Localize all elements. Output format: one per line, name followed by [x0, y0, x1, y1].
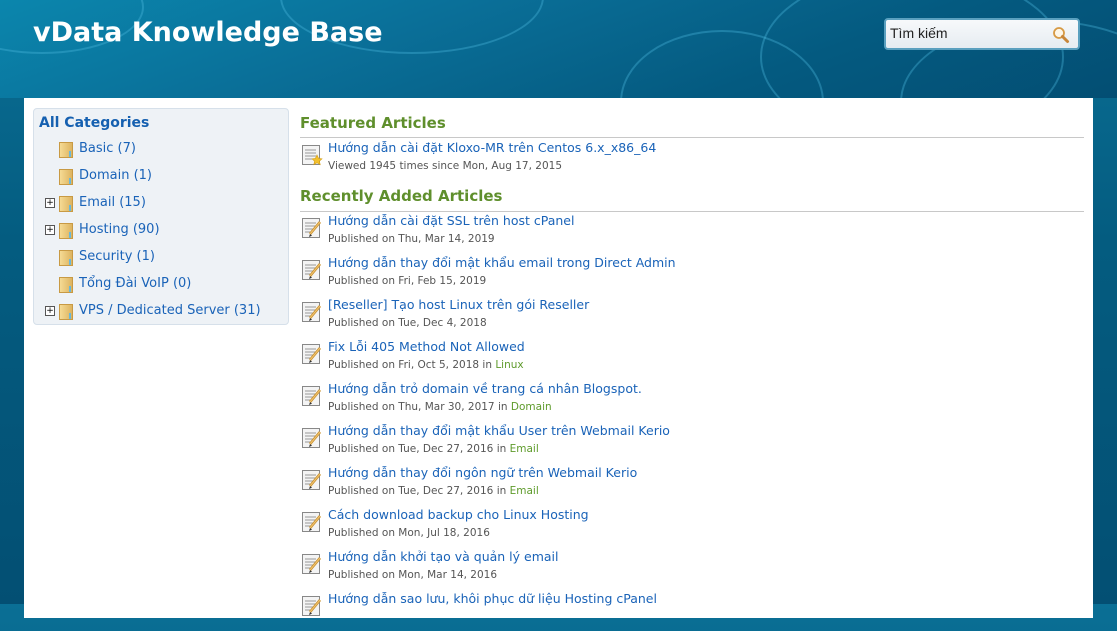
article-meta: Published on Thu, Mar 30, 2017 in Domain — [328, 401, 552, 413]
article-category-link[interactable]: Email — [510, 485, 539, 497]
featured-title: Featured Articles — [300, 114, 446, 132]
recent-title: Recently Added Articles — [300, 187, 503, 205]
article-link[interactable]: Hướng dẫn thay đổi ngôn ngữ trên Webmail… — [328, 465, 637, 480]
article-category-link[interactable]: Linux — [495, 359, 523, 371]
categories-sidebar: All Categories Basic (7) Domain (1) + Email… — [33, 108, 289, 325]
article-category-link[interactable]: Domain — [511, 401, 552, 413]
category-link[interactable]: Tổng Đài VoIP (0) — [79, 276, 191, 291]
in-label: in — [496, 443, 507, 455]
article-meta: Published on Fri, Oct 5, 2018 in Linux — [328, 359, 524, 371]
expand-icon[interactable]: + — [45, 225, 55, 235]
folder-icon — [59, 277, 73, 293]
category-link[interactable]: VPS / Dedicated Server (31) — [79, 303, 261, 318]
article-date: Published on Fri, Feb 15, 2019 — [328, 275, 487, 287]
article-icon — [301, 217, 323, 239]
article-meta: Published on Fri, Feb 15, 2019 — [328, 275, 486, 287]
category-link[interactable]: Hosting (90) — [79, 222, 160, 237]
folder-icon — [59, 142, 73, 158]
folder-icon — [59, 250, 73, 266]
article-item: Hướng dẫn sao lưu, khôi phục dữ liệu Hos… — [300, 591, 1084, 631]
in-label: in — [482, 359, 492, 371]
article-meta: Published on Tue, Dec 27, 2016 in Email — [328, 485, 539, 497]
article-link[interactable]: Hướng dẫn khởi tạo và quản lý email — [328, 549, 559, 564]
site-header: vData Knowledge Base — [0, 0, 1117, 98]
article-item: Cách download backup cho Linux Hosting Pu… — [300, 507, 1084, 547]
sidebar-title[interactable]: All Categories — [39, 115, 149, 131]
folder-icon — [59, 304, 73, 320]
article-item: Hướng dẫn khởi tạo và quản lý email Publi… — [300, 549, 1084, 589]
article-icon — [301, 385, 323, 407]
article-icon — [301, 301, 323, 323]
article-date: Published on Fri, Oct 5, 2018 — [328, 359, 480, 371]
article-link[interactable]: Hướng dẫn cài đặt SSL trên host cPanel — [328, 213, 574, 228]
article-date: Published on Thu, Mar 14, 2019 — [328, 233, 495, 245]
in-label: in — [497, 401, 508, 413]
sidebar-category-item[interactable]: Tổng Đài VoIP (0) — [34, 275, 284, 295]
featured-article-icon — [301, 144, 323, 166]
article-item: Hướng dẫn thay đổi mật khẩu User trên We… — [300, 423, 1084, 463]
category-link[interactable]: Basic (7) — [79, 141, 136, 156]
article-meta: Published on Mon, Jul 18, 2016 — [328, 527, 490, 539]
article-icon — [301, 553, 323, 575]
article-icon — [301, 469, 323, 491]
article-date: Published on Mon, Mar 14, 2016 — [328, 569, 498, 581]
search-input[interactable] — [890, 25, 1050, 41]
category-link[interactable]: Domain (1) — [79, 168, 152, 183]
article-item: Hướng dẫn thay đổi ngôn ngữ trên Webmail… — [300, 465, 1084, 505]
article-icon — [301, 343, 323, 365]
site-title[interactable]: vData Knowledge Base — [33, 17, 383, 48]
article-link[interactable]: Cách download backup cho Linux Hosting — [328, 507, 589, 522]
article-item: [Reseller] Tạo host Linux trên gói Resel… — [300, 297, 1084, 337]
expand-icon[interactable]: + — [45, 198, 55, 208]
article-meta: Published on Mon, Mar 14, 2016 — [328, 569, 497, 581]
article-item: Hướng dẫn trỏ domain về trang cá nhân Bl… — [300, 381, 1084, 421]
folder-icon — [59, 223, 73, 239]
article-icon — [301, 511, 323, 533]
expand-icon[interactable]: + — [45, 306, 55, 316]
search-icon[interactable] — [1052, 26, 1070, 44]
folder-icon — [59, 169, 73, 185]
article-item: Hướng dẫn thay đổi mật khẩu email trong … — [300, 255, 1084, 295]
search-box[interactable] — [884, 18, 1080, 50]
article-meta: Published on Thu, Mar 14, 2019 — [328, 233, 495, 245]
article-icon — [301, 595, 323, 617]
section-divider — [300, 137, 1084, 138]
article-icon — [301, 427, 323, 449]
article-meta: Published on Tue, Dec 4, 2018 — [328, 317, 487, 329]
article-date: Published on Tue, Dec 4, 2018 — [328, 317, 487, 329]
article-link[interactable]: Hướng dẫn trỏ domain về trang cá nhân Bl… — [328, 381, 642, 396]
article-date: Viewed 1945 times since Mon, Aug 17, 201… — [328, 160, 562, 172]
article-category-link[interactable]: Email — [510, 443, 539, 455]
article-link[interactable]: Hướng dẫn cài đặt Kloxo-MR trên Centos 6… — [328, 140, 656, 155]
article-date: Published on Mon, Jul 18, 2016 — [328, 527, 490, 539]
article-item: Hướng dẫn cài đặt Kloxo-MR trên Centos 6… — [300, 140, 1084, 180]
category-link[interactable]: Security (1) — [79, 249, 155, 264]
sidebar-category-item[interactable]: + VPS / Dedicated Server (31) — [34, 302, 284, 322]
article-date: Published on Tue, Dec 27, 2016 — [328, 443, 494, 455]
article-item: Fix Lỗi 405 Method Not Allowed Published … — [300, 339, 1084, 379]
section-divider — [300, 211, 1084, 212]
sidebar-category-item[interactable]: Domain (1) — [34, 167, 284, 187]
article-link[interactable]: Hướng dẫn thay đổi mật khẩu email trong … — [328, 255, 676, 270]
article-link[interactable]: Fix Lỗi 405 Method Not Allowed — [328, 339, 525, 354]
article-meta: Viewed 1945 times since Mon, Aug 17, 201… — [328, 160, 562, 172]
article-icon — [301, 259, 323, 281]
sidebar-category-item[interactable]: + Email (15) — [34, 194, 284, 214]
in-label: in — [496, 485, 507, 497]
sidebar-category-item[interactable]: Security (1) — [34, 248, 284, 268]
sidebar-category-item[interactable]: + Hosting (90) — [34, 221, 284, 241]
sidebar-category-item[interactable]: Basic (7) — [34, 140, 284, 160]
article-link[interactable]: [Reseller] Tạo host Linux trên gói Resel… — [328, 297, 589, 312]
article-date: Published on Thu, Mar 30, 2017 — [328, 401, 495, 413]
category-link[interactable]: Email (15) — [79, 195, 146, 210]
article-link[interactable]: Hướng dẫn thay đổi mật khẩu User trên We… — [328, 423, 670, 438]
article-meta: Published on Tue, Dec 27, 2016 in Email — [328, 443, 539, 455]
content-panel: All Categories Basic (7) Domain (1) + Email… — [24, 98, 1093, 618]
folder-icon — [59, 196, 73, 212]
article-date: Published on Tue, Dec 27, 2016 — [328, 485, 494, 497]
article-item: Hướng dẫn cài đặt SSL trên host cPanel Pu… — [300, 213, 1084, 253]
